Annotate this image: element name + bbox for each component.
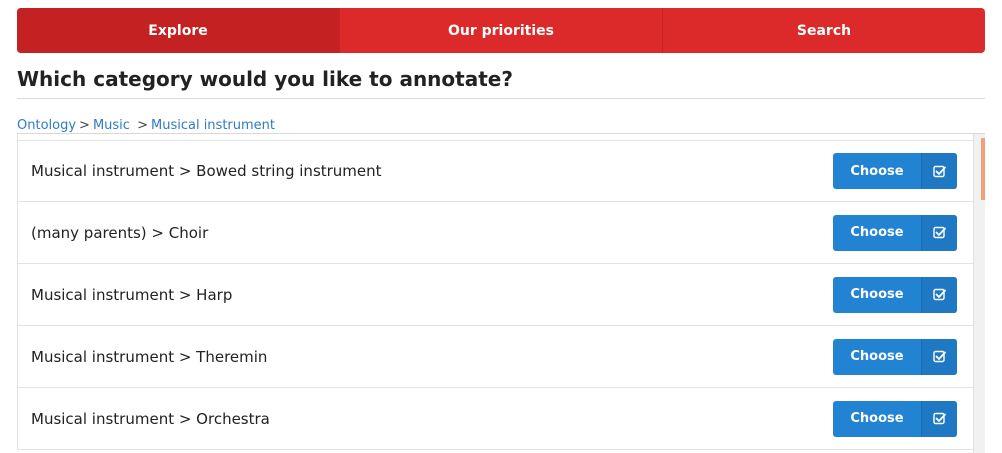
category-list: Musical instrument > Bowed string instru… bbox=[17, 134, 973, 450]
category-label: Musical instrument > Theremin bbox=[31, 347, 268, 366]
tab-explore[interactable]: Explore bbox=[17, 8, 339, 53]
category-label: Musical instrument > Bowed string instru… bbox=[31, 162, 382, 180]
checkbox-icon bbox=[921, 153, 957, 189]
checkbox-icon bbox=[921, 214, 957, 251]
choose-button[interactable]: Choose bbox=[833, 276, 957, 313]
tab-our-priorities[interactable]: Our priorities bbox=[339, 8, 662, 53]
list-item: Musical instrument > Theremin Choose bbox=[18, 326, 973, 388]
breadcrumb-separator: > bbox=[137, 118, 148, 133]
list-item: (many parents) > Choir Choose bbox=[18, 202, 973, 264]
category-list-panel: Musical instrument > Bowed string instru… bbox=[17, 133, 985, 453]
choose-button-label: Choose bbox=[850, 349, 904, 364]
choose-button[interactable]: Choose bbox=[833, 338, 957, 375]
breadcrumb-ontology[interactable]: Ontology bbox=[17, 118, 76, 133]
list-item: Musical instrument > Orchestra Choose bbox=[18, 388, 973, 450]
breadcrumb-musical-instrument[interactable]: Musical instrument bbox=[151, 118, 275, 133]
choose-button[interactable]: Choose bbox=[833, 153, 957, 189]
list-item: Musical instrument > Harp Choose bbox=[18, 264, 973, 326]
category-label: Musical instrument > Orchestra bbox=[31, 409, 270, 428]
page: Explore Our priorities Search Which cate… bbox=[17, 8, 985, 453]
checkbox-icon bbox=[921, 276, 957, 313]
page-title: Which category would you like to annotat… bbox=[17, 67, 985, 99]
choose-button-label: Choose bbox=[850, 411, 904, 426]
choose-button-label: Choose bbox=[850, 225, 904, 240]
breadcrumb-separator: > bbox=[79, 118, 90, 133]
choose-button[interactable]: Choose bbox=[833, 400, 957, 437]
checkbox-icon bbox=[921, 338, 957, 375]
choose-button-label: Choose bbox=[850, 163, 904, 179]
tab-search[interactable]: Search bbox=[662, 8, 985, 53]
scrollbar[interactable] bbox=[973, 134, 985, 453]
scrollbar-thumb[interactable] bbox=[981, 138, 985, 200]
top-tab-bar: Explore Our priorities Search bbox=[17, 8, 985, 53]
checkbox-icon bbox=[921, 400, 957, 437]
category-label: (many parents) > Choir bbox=[31, 223, 209, 242]
list-item: Musical instrument > Bowed string instru… bbox=[18, 140, 973, 202]
breadcrumb-music[interactable]: Music bbox=[93, 118, 130, 133]
choose-button-label: Choose bbox=[850, 287, 904, 302]
category-label: Musical instrument > Harp bbox=[31, 285, 233, 304]
choose-button[interactable]: Choose bbox=[833, 214, 957, 251]
